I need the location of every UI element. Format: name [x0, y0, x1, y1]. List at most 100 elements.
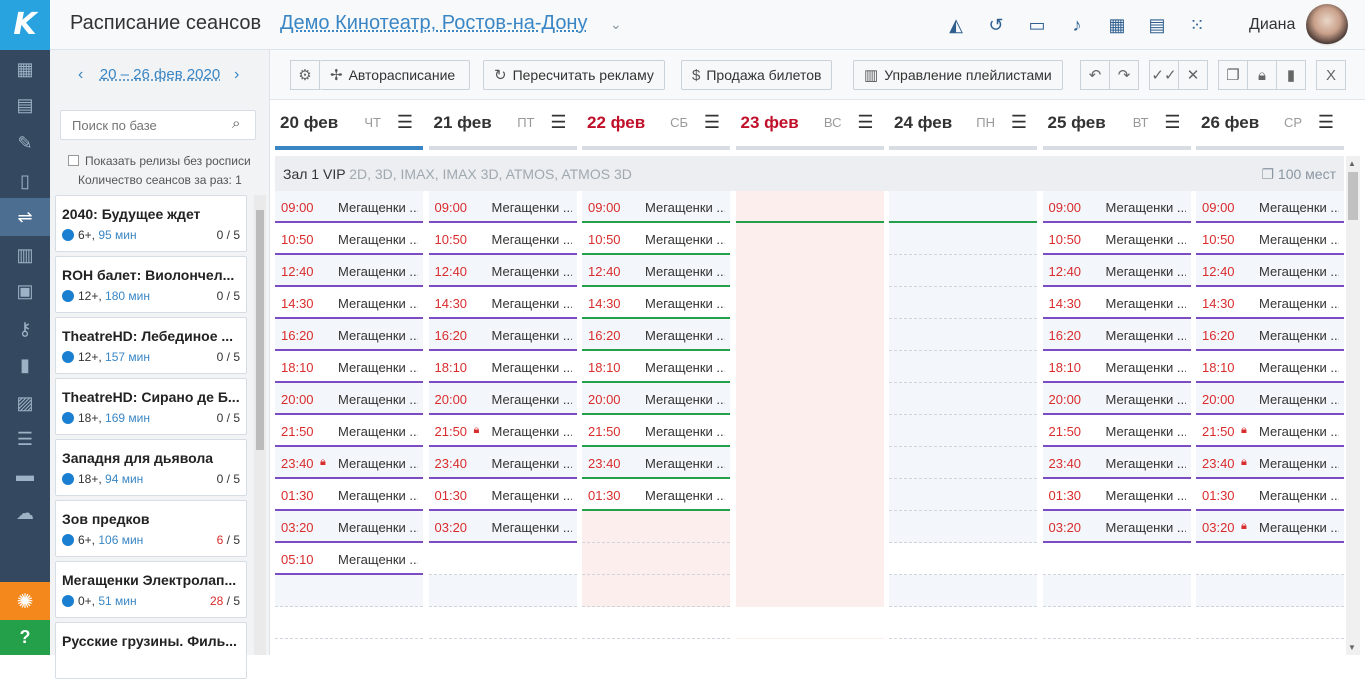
session-slot[interactable]: 18:10 Мегащенки ...: [428, 351, 577, 383]
empty-slot[interactable]: [1042, 543, 1191, 575]
session-slot[interactable]: 12:40 Мегащенки ...: [582, 255, 730, 287]
movie-card[interactable]: Западня для дьявола 18+, 94 мин 0 / 5: [55, 439, 247, 496]
empty-slot[interactable]: [889, 191, 1037, 223]
empty-slot[interactable]: [1042, 607, 1191, 639]
movie-card[interactable]: Мегащенки Электролап... 0+, 51 мин 28 / 5: [55, 561, 247, 618]
book-icon[interactable]: ▯: [0, 162, 50, 200]
empty-slot[interactable]: [582, 511, 730, 543]
apps-grid-icon[interactable]: ⁙: [1186, 14, 1208, 36]
session-slot[interactable]: 23:40 Мегащенки ...: [1042, 447, 1191, 479]
map-icon[interactable]: ▥: [0, 236, 50, 274]
session-slot[interactable]: 18:10 Мегащенки ...: [582, 351, 730, 383]
scroll-down-icon[interactable]: ▼: [1348, 643, 1356, 652]
scroll-thumb[interactable]: [256, 210, 264, 450]
session-slot[interactable]: 14:30 Мегащенки ...: [1196, 287, 1344, 319]
session-slot[interactable]: 09:00 Мегащенки ...: [1196, 191, 1344, 223]
empty-slot[interactable]: [735, 287, 884, 319]
images-icon[interactable]: ▨: [0, 384, 50, 422]
session-slot[interactable]: 10:50 Мегащенки ...: [275, 223, 423, 255]
prev-week-icon[interactable]: ‹: [78, 66, 83, 84]
show-releases-checkbox[interactable]: Показать релизы без росписи: [68, 154, 251, 168]
empty-slot[interactable]: [889, 575, 1037, 607]
delete-button[interactable]: ▮: [1276, 60, 1306, 90]
session-slot[interactable]: 14:30 Мегащенки ...: [582, 287, 730, 319]
empty-slot[interactable]: [889, 383, 1037, 415]
date-range[interactable]: 20 – 26 фев 2020: [100, 66, 220, 83]
empty-slot[interactable]: [428, 607, 577, 639]
sidepanel-scrollbar[interactable]: [254, 195, 266, 655]
session-slot[interactable]: 12:40 Мегащенки ...: [1196, 255, 1344, 287]
excel-export-button[interactable]: X: [1316, 60, 1346, 90]
session-slot[interactable]: 23:40 🔒︎ Мегащенки ...: [1196, 447, 1344, 479]
day-header[interactable]: 25 фев ВТ ☰: [1042, 100, 1191, 150]
empty-slot[interactable]: [428, 543, 577, 575]
session-slot[interactable]: 20:00 Мегащенки ...: [1042, 383, 1191, 415]
empty-slot[interactable]: [735, 575, 884, 607]
empty-slot[interactable]: [735, 255, 884, 287]
empty-slot[interactable]: [735, 479, 884, 511]
empty-slot[interactable]: [889, 255, 1037, 287]
reject-button[interactable]: ✕: [1178, 60, 1208, 90]
day-header[interactable]: 23 фев ВС ☰: [735, 100, 884, 150]
day-header[interactable]: 21 фев ПТ ☰: [428, 100, 577, 150]
empty-slot[interactable]: [889, 415, 1037, 447]
session-slot[interactable]: 21:50 Мегащенки ...: [1042, 415, 1191, 447]
empty-slot[interactable]: [582, 543, 730, 575]
session-slot[interactable]: 05:10 Мегащенки ...: [275, 543, 423, 575]
briefcase-icon[interactable]: ▬: [0, 456, 50, 494]
day-header[interactable]: 26 фев СР ☰: [1196, 100, 1344, 150]
session-slot[interactable]: 18:10 Мегащенки ...: [275, 351, 423, 383]
session-slot[interactable]: 20:00 Мегащенки ...: [582, 383, 730, 415]
empty-slot[interactable]: [1042, 575, 1191, 607]
list-icon[interactable]: ☰: [1011, 112, 1027, 133]
session-slot[interactable]: 20:00 Мегащенки ...: [275, 383, 423, 415]
pencil-icon[interactable]: ✎: [0, 124, 50, 162]
undo-button[interactable]: ↶: [1080, 60, 1110, 90]
chat-icon[interactable]: ▤: [1146, 14, 1168, 36]
movie-card[interactable]: Русские грузины. Филь...: [55, 622, 247, 679]
empty-slot[interactable]: [889, 447, 1037, 479]
session-slot[interactable]: 16:20 Мегащенки ...: [1196, 319, 1344, 351]
session-slot[interactable]: 18:10 Мегащенки ...: [1196, 351, 1344, 383]
empty-slot[interactable]: [735, 223, 884, 255]
redo-button[interactable]: ↷: [1109, 60, 1139, 90]
empty-slot[interactable]: [889, 287, 1037, 319]
key-icon[interactable]: ⚷: [0, 310, 50, 348]
list-icon[interactable]: ☰: [704, 112, 720, 133]
day-header[interactable]: 24 фев ПН ☰: [889, 100, 1037, 150]
schedule-icon[interactable]: ⇌: [0, 198, 50, 236]
cinema-selector[interactable]: Демо Кинотеатр, Ростов-на-Дону: [280, 12, 587, 35]
cloud-upload-icon[interactable]: ☁: [0, 494, 50, 532]
session-slot[interactable]: 23:40 Мегащенки ...: [428, 447, 577, 479]
session-slot[interactable]: 12:40 Мегащенки ...: [275, 255, 423, 287]
history-icon[interactable]: ↺: [985, 14, 1007, 36]
session-slot[interactable]: 23:40 🔒︎ Мегащенки ...: [275, 447, 423, 479]
session-slot[interactable]: 03:20 Мегащенки ...: [428, 511, 577, 543]
list-icon[interactable]: ☰: [550, 112, 566, 133]
empty-slot[interactable]: [735, 351, 884, 383]
empty-slot[interactable]: [735, 607, 884, 639]
session-slot[interactable]: 23:40 Мегащенки ...: [582, 447, 730, 479]
help-icon[interactable]: ?: [0, 620, 50, 655]
session-slot[interactable]: 10:50 Мегащенки ...: [582, 223, 730, 255]
session-slot[interactable]: 20:00 Мегащенки ...: [1196, 383, 1344, 415]
session-slot[interactable]: 01:30 Мегащенки ...: [582, 479, 730, 511]
session-slot[interactable]: 14:30 Мегащенки ...: [428, 287, 577, 319]
lock-button[interactable]: 🔒︎: [1247, 60, 1277, 90]
approve-button[interactable]: ✓✓: [1149, 60, 1179, 90]
empty-slot[interactable]: [889, 351, 1037, 383]
search-input[interactable]: [60, 110, 256, 140]
session-slot[interactable]: 01:30 Мегащенки ...: [1196, 479, 1344, 511]
empty-slot[interactable]: [582, 575, 730, 607]
bar-chart-icon[interactable]: ▮: [0, 346, 50, 384]
session-slot[interactable]: 01:30 Мегащенки ...: [428, 479, 577, 511]
empty-slot[interactable]: [889, 543, 1037, 575]
session-slot[interactable]: 12:40 Мегащенки ...: [1042, 255, 1191, 287]
empty-slot[interactable]: [889, 223, 1037, 255]
session-slot[interactable]: 16:20 Мегащенки ...: [428, 319, 577, 351]
empty-slot[interactable]: [735, 511, 884, 543]
inbox-icon[interactable]: ▭: [1026, 14, 1048, 36]
day-header[interactable]: 20 фев ЧТ ☰: [275, 100, 423, 150]
empty-slot[interactable]: [275, 607, 423, 639]
copy-button[interactable]: ❐: [1218, 60, 1248, 90]
